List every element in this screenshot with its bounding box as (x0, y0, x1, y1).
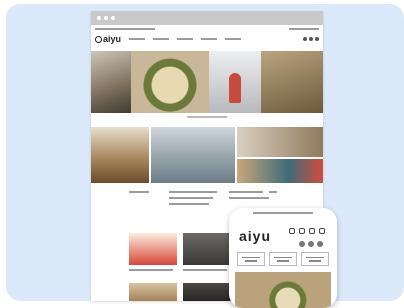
browser-titlebar (91, 11, 323, 25)
window-dot-icon (104, 16, 108, 20)
article-card-title (129, 269, 173, 271)
info-line (269, 191, 277, 193)
feature-photo-shelf (237, 127, 323, 157)
article-card-image[interactable] (129, 233, 177, 265)
hero-photo-food-plate (131, 51, 209, 113)
info-line (169, 203, 209, 205)
mobile-phone-mockup: aiyu (229, 208, 337, 308)
utility-links[interactable] (289, 28, 319, 30)
nav-item[interactable] (225, 38, 242, 40)
nav-item[interactable] (153, 38, 170, 40)
hero-photo-tableware (91, 51, 131, 113)
red-vase-shape (229, 73, 241, 103)
cart-icon[interactable] (299, 228, 305, 234)
window-dot-icon (97, 16, 101, 20)
phone-category-button[interactable] (301, 252, 329, 266)
article-card-title (183, 269, 227, 271)
info-line (169, 197, 213, 199)
menu-icon[interactable] (319, 228, 325, 234)
nav-item[interactable] (177, 38, 194, 40)
article-card-image[interactable] (183, 233, 231, 265)
phone-logo[interactable]: aiyu (239, 228, 271, 244)
phone-announcement-bar (229, 208, 337, 218)
logo-mark-icon (95, 35, 102, 43)
hero-image-strip (91, 51, 323, 113)
phone-social-icons (299, 241, 323, 247)
info-line (229, 191, 263, 193)
feature-photo-bread (91, 127, 149, 183)
phone-header-icons (289, 228, 325, 234)
feature-image-grid (91, 127, 323, 183)
feature-photo-child (151, 127, 235, 183)
user-icon[interactable] (289, 228, 295, 234)
announcement-bar (91, 25, 323, 33)
search-icon[interactable] (309, 228, 315, 234)
phone-category-button[interactable] (269, 252, 297, 266)
article-cards (129, 233, 239, 301)
hero-caption (91, 116, 323, 120)
site-logo-text: aiyu (103, 34, 122, 44)
article-card-image[interactable] (183, 283, 231, 301)
info-line (229, 197, 269, 199)
social-icon[interactable] (317, 241, 323, 247)
article-card-image[interactable] (129, 283, 177, 301)
nav-item[interactable] (201, 38, 218, 40)
search-icon[interactable] (303, 37, 307, 41)
user-icon[interactable] (309, 37, 313, 41)
cart-icon[interactable] (315, 37, 319, 41)
nav-item[interactable] (129, 38, 146, 40)
feature-photo-cups (237, 159, 323, 183)
hero-photo-bowls (261, 51, 323, 113)
header-icons (303, 37, 319, 41)
social-icon[interactable] (299, 241, 305, 247)
site-logo[interactable]: aiyu (95, 34, 121, 44)
info-line (169, 191, 217, 193)
phone-category-buttons (237, 252, 329, 266)
site-header: aiyu (91, 33, 323, 45)
phone-hero-image (235, 272, 331, 308)
phone-category-button[interactable] (237, 252, 265, 266)
social-icon[interactable] (308, 241, 314, 247)
announcement-text (95, 28, 155, 30)
hero-photo-vase (209, 51, 261, 113)
info-heading (129, 191, 149, 193)
window-dot-icon (111, 16, 115, 20)
